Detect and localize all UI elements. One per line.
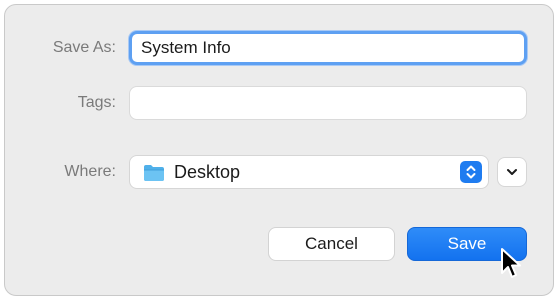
save-dialog: Save As: Tags: Where: Desktop — [4, 4, 554, 296]
where-value: Desktop — [174, 162, 241, 182]
cancel-button[interactable]: Cancel — [268, 227, 395, 261]
tags-input[interactable] — [130, 87, 526, 119]
where-label: Where: — [64, 163, 116, 180]
save-as-field[interactable] — [129, 31, 527, 65]
folder-icon — [144, 165, 164, 181]
button-row: Cancel Save — [5, 227, 553, 261]
expand-button[interactable] — [497, 157, 527, 187]
where-row: Where: Desktop — [5, 155, 553, 189]
chevron-down-icon — [507, 169, 517, 175]
up-down-chevron-icon[interactable] — [460, 161, 482, 183]
tags-row: Tags: — [5, 86, 553, 120]
save-as-label: Save As: — [52, 39, 116, 56]
save-as-row: Save As: — [5, 31, 553, 65]
where-select[interactable]: Desktop — [129, 155, 489, 189]
tags-field[interactable] — [129, 86, 527, 120]
save-as-input[interactable] — [132, 34, 524, 62]
mouse-pointer-icon — [501, 248, 521, 278]
tags-label: Tags: — [77, 94, 116, 111]
